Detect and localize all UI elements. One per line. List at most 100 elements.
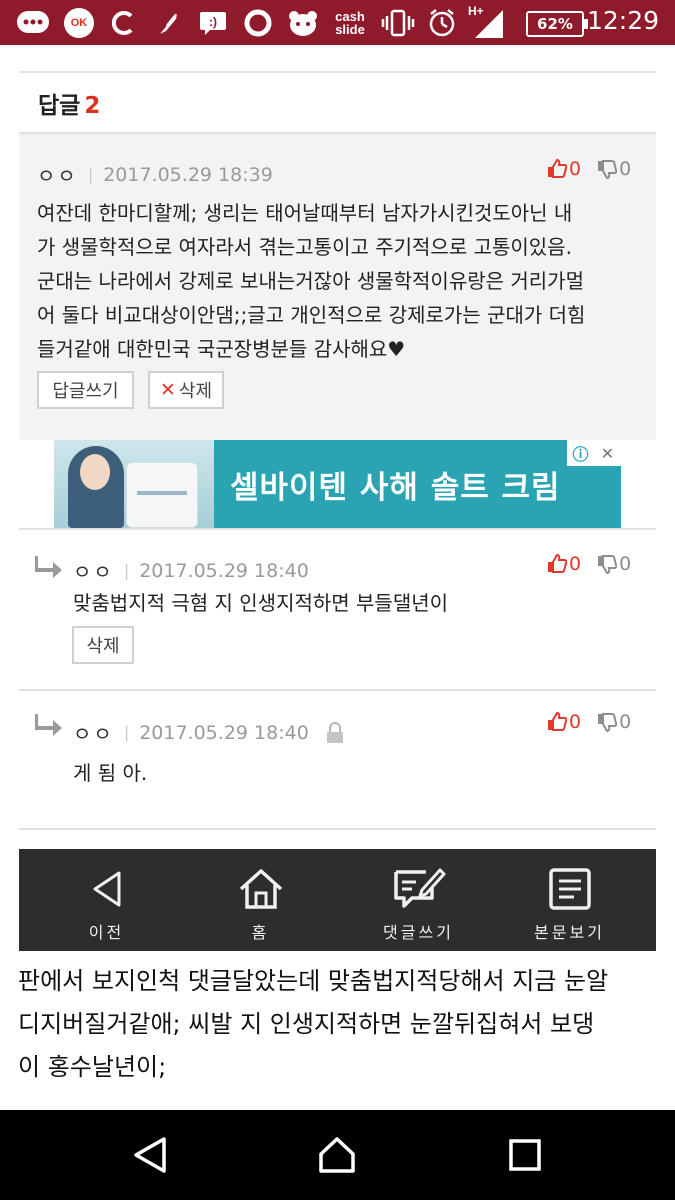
meta-separator: | [123,723,130,742]
divider [19,689,656,691]
alarm-icon [426,8,458,38]
ad-image [54,440,214,528]
upvote-count: 0 [569,711,582,733]
lock-icon [326,721,343,743]
comment-line: 들거같애 대한민국 국군장병분들 감사해요♥ [37,337,406,361]
comment-card: ㅇㅇ | 2017.05.29 18:39 0 0 여잔데 한마디할께; 생리는… [19,132,656,440]
battery-level: 62% [537,15,573,33]
downvote-button[interactable]: 0 [597,711,631,733]
clock: 12:29 [586,6,659,35]
thumbs-down-icon [598,160,618,179]
downvote-button[interactable]: 0 [597,158,631,180]
ad-close-icon[interactable]: ✕ [594,440,621,466]
ad-controls: ⓘ ✕ [567,440,621,466]
comment-line: 여잔데 한마디할께; 생리는 태어날때부터 남자가시킨것도아닌 내 [37,201,573,225]
delete-button[interactable]: ✕ 삭제 [148,371,224,409]
sub-reply-date: 2017.05.29 18:40 [139,721,309,744]
cashslide-icon: cash slide [330,8,370,38]
vibrate-icon [380,8,416,38]
ok-cashbag-icon: OK [62,8,96,38]
nav-back-button[interactable]: 이전 [27,849,186,951]
divider [19,828,656,830]
feather-icon [152,8,182,38]
comment-body: 여잔데 한마디할께; 생리는 태어날때부터 남자가시킨것도아닌 내 가 생물학적… [37,196,647,366]
thumbs-up-icon [548,712,567,731]
home-icon [237,867,285,911]
top-divider [19,71,656,73]
sub-reply-body: 게 됨 아. [73,761,148,785]
svg-text:OK: OK [71,17,88,29]
nav-view-post-label: 본문보기 [534,923,605,942]
thumbs-up-icon [548,554,567,573]
meta-separator: | [123,561,130,580]
reply-write-button[interactable]: 답글쓰기 [37,371,134,409]
bottom-nav: 이전 홈 댓글쓰기 본문보기 [19,849,656,951]
replies-count: 2 [84,93,101,119]
delete-label: 삭제 [178,381,213,402]
nav-home-button[interactable]: 홈 [181,849,340,951]
upvote-button[interactable]: 0 [547,553,581,575]
back-icon [134,1137,166,1173]
downvote-count: 0 [619,711,632,733]
delete-button[interactable]: 삭제 [72,626,134,664]
caption-text: 판에서 보지인척 댓글달았는데 맞춤법지적당해서 지금 눈알 디지버질거같애; … [18,960,663,1089]
sub-reply-meta: ㅇㅇ | 2017.05.29 18:40 [73,718,345,747]
thumbs-down-icon [598,555,618,574]
caption-line: 디지버질거같애; 씨발 지 인생지적하면 눈깔뒤집혀서 보댕 [18,1010,595,1038]
message-icon: :) [198,8,228,38]
nav-view-post-button[interactable]: 본문보기 [490,849,649,951]
comment-votes: 0 0 [547,158,631,180]
nav-back-label: 이전 [88,923,125,942]
comment-date: 2017.05.29 18:39 [103,163,273,186]
comment-line: 어 둘다 비교대상이안댐;;글고 개인적으로 강제로가는 군대가 더힘 [37,303,586,327]
downvote-button[interactable]: 0 [597,553,631,575]
home-icon [319,1137,355,1173]
circle-icon [242,8,274,38]
signal-icon: H+ [468,4,508,40]
svg-text::): :) [209,15,217,29]
thumbs-up-icon [548,159,567,178]
divider [19,528,656,530]
bear-icon [286,8,320,38]
upvote-button[interactable]: 0 [547,711,581,733]
reply-arrow-icon [35,714,62,736]
ad-info-icon[interactable]: ⓘ [567,440,594,466]
sub-reply-author[interactable]: ㅇㅇ [73,556,114,585]
delete-x-icon: ✕ [159,379,176,401]
network-type: H+ [468,4,484,18]
sub-reply-author[interactable]: ㅇㅇ [73,718,114,747]
upvote-count: 0 [569,158,582,180]
sub-reply-votes: 0 0 [547,711,631,733]
status-bar: OK :) cash slide H+ 62% 12:29 [0,0,675,45]
android-recents-button[interactable] [505,1135,545,1175]
back-triangle-icon [89,867,125,911]
caption-line: 이 홍수날년이; [18,1053,167,1081]
downvote-count: 0 [619,158,632,180]
recents-icon [509,1139,541,1171]
nav-home-label: 홈 [251,923,270,942]
document-icon [548,867,592,911]
reply-write-label: 답글쓰기 [52,381,119,402]
upvote-button[interactable]: 0 [547,158,581,180]
sub-reply-body: 맞춤법지적 극혐 지 인생지적하면 부들댈년이 [73,591,449,615]
sub-reply-meta: ㅇㅇ | 2017.05.29 18:40 [73,556,309,585]
ad-banner[interactable]: 셀바이텐 사해 솔트 크림 ⓘ ✕ [54,440,621,528]
c-icon [108,8,138,38]
ad-model-face [80,454,110,490]
comment-line: 군대는 나라에서 강제로 보내는거잖아 생물학적이유랑은 거리가멀 [37,269,584,293]
android-nav-bar [0,1110,675,1200]
upvote-count: 0 [569,553,582,575]
sub-reply-votes: 0 0 [547,553,631,575]
downvote-count: 0 [619,553,632,575]
delete-label: 삭제 [86,636,120,657]
sub-reply-date: 2017.05.29 18:40 [139,559,309,582]
nav-write-comment-button[interactable]: 댓글쓰기 [339,849,498,951]
cashslide-label-bottom: slide [335,22,365,37]
android-back-button[interactable] [130,1135,170,1175]
ad-text: 셀바이텐 사해 솔트 크림 [230,470,561,506]
comment-author[interactable]: ㅇㅇ [37,160,78,189]
chat-icon [14,8,52,38]
replies-title: 답글 [38,93,81,119]
ad-product-pack [126,462,198,528]
android-home-button[interactable] [317,1135,357,1175]
